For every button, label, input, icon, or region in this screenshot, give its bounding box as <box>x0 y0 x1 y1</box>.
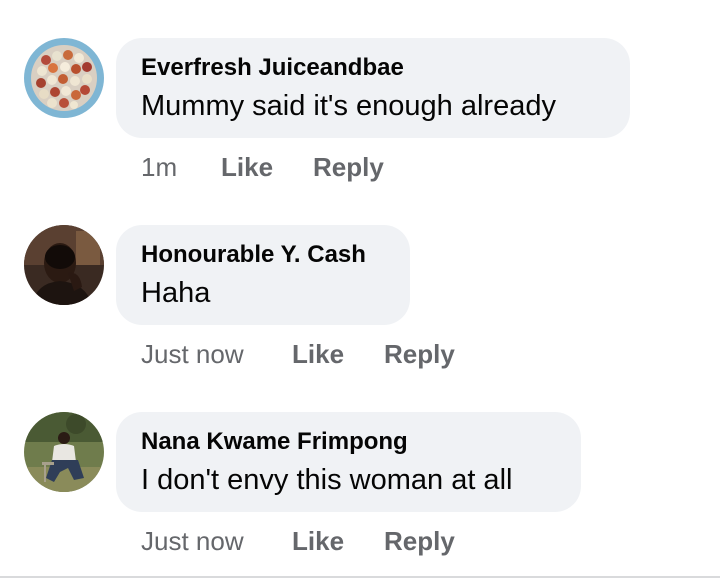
like-button[interactable]: Like <box>292 526 344 557</box>
divider <box>0 576 720 578</box>
reply-button[interactable]: Reply <box>384 526 455 557</box>
comment-author[interactable]: Nana Kwame Frimpong <box>141 428 408 456</box>
avatar[interactable] <box>24 412 104 492</box>
comment-text: I don't envy this woman at all <box>141 464 513 496</box>
comment-timestamp[interactable]: Just now <box>141 526 244 557</box>
comment-bubble: Nana Kwame Frimpong I don't envy this wo… <box>116 412 581 512</box>
comment-item: Nana Kwame Frimpong I don't envy this wo… <box>0 0 720 581</box>
